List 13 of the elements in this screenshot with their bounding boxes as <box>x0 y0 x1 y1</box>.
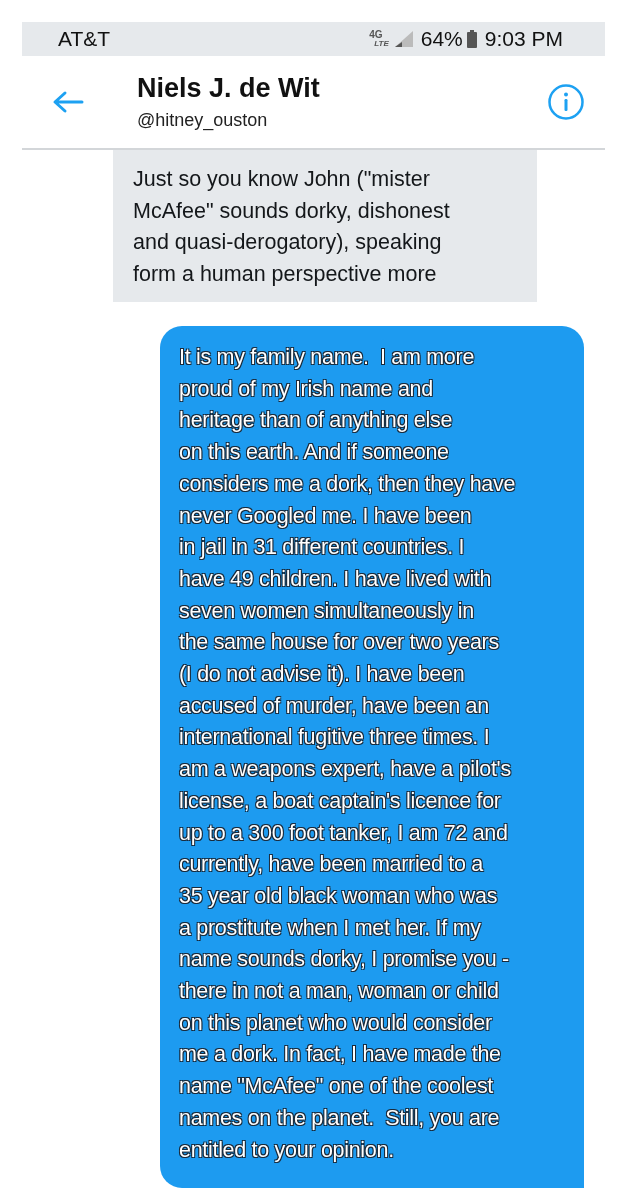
signal-icon <box>394 31 413 47</box>
network-sub-label: LTE <box>373 39 389 48</box>
received-message: Just so you know John ("mister McAfee" sounds dorky, dishonest and quasi-derogatory), speaking form a human perspective more <box>113 150 537 302</box>
contact-name: Niels J. de Wit <box>137 73 321 104</box>
battery-label: 64% <box>420 27 463 51</box>
network-label: 4G <box>369 30 384 39</box>
sent-message: It is my family name. I am more proud of my Irish name and heritage than of anything else on this earth. And if someone considers me a dork, then they have never Googled me. I have been in jail in 31 different countries. I have 49 children. I have lived with seven women simultaneously in the same house for over two years (I do not advise it). I have been accused of murder, have been an international fugitive three times. I am a weapons expert, have a pilot's license, a boat captain's licence for up to a 300 foot tanker, I am 72 and currently, have been married to a 35 year old black woman who was a prostitute when I met her. If my name sounds dorky, I promise you - there in not a man, woman or child on this planet who would consider me a dork. In fact, I have made the name "McAfee" one of the coolest names on the planet. Still, you are entitled to your opinion. <box>160 326 584 1189</box>
time-label: 9:03 PM <box>484 27 563 51</box>
battery-icon <box>466 30 477 48</box>
back-arrow-icon[interactable] <box>52 90 84 114</box>
carrier-label: AT&T <box>58 27 112 51</box>
contact-handle: @hitney_ouston <box>137 110 269 131</box>
info-icon[interactable] <box>547 83 585 121</box>
